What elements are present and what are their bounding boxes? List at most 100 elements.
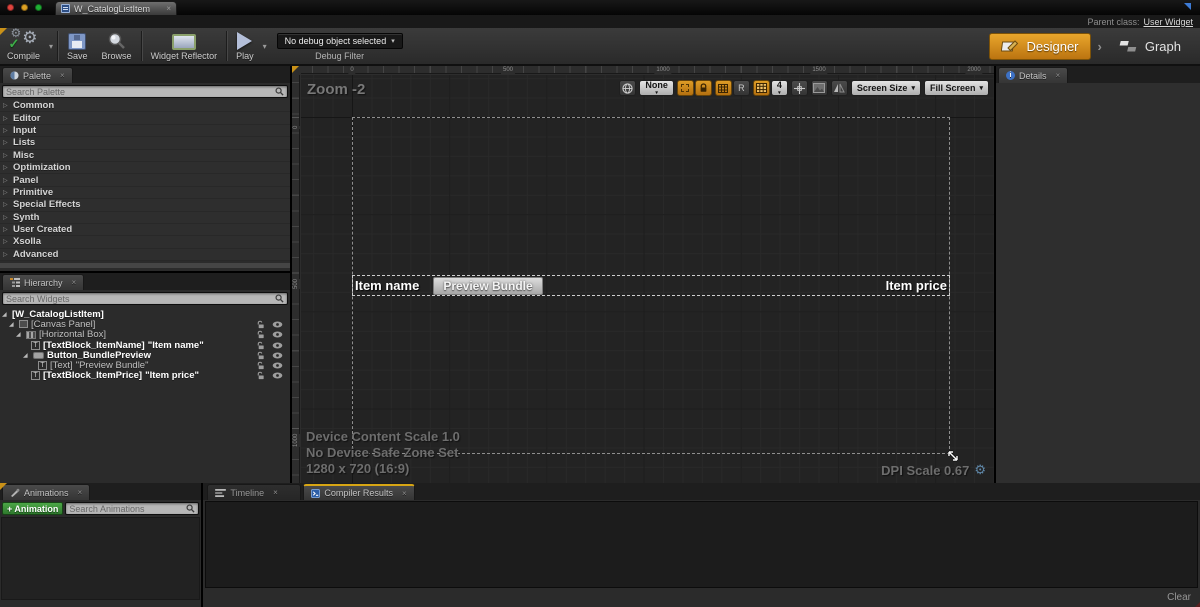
compile-button[interactable]: ⚙⚙✓ Compile: [0, 28, 47, 64]
visibility-eye-icon[interactable]: [272, 352, 283, 359]
expand-icon[interactable]: ▷: [3, 177, 9, 184]
tab-close-icon[interactable]: ×: [1056, 71, 1061, 80]
expand-icon[interactable]: ▷: [3, 251, 9, 258]
lock-icon[interactable]: [256, 361, 265, 370]
visibility-eye-icon[interactable]: [272, 362, 283, 369]
visibility-eye-icon[interactable]: [272, 321, 283, 328]
dpi-settings-gear-icon[interactable]: ⚙: [974, 462, 986, 478]
palette-category[interactable]: ▷Special Effects: [0, 199, 290, 211]
parent-class-link[interactable]: User Widget: [1143, 17, 1193, 27]
hierarchy-row-button-bundlepreview[interactable]: ◢ Button_BundlePreview: [0, 350, 290, 360]
lock-widgets-button[interactable]: [695, 80, 712, 96]
expand-icon[interactable]: ▷: [3, 139, 9, 146]
fill-screen-dropdown[interactable]: Fill Screen▾: [924, 80, 989, 96]
expand-icon[interactable]: ▷: [3, 127, 9, 134]
lock-icon[interactable]: [256, 320, 265, 329]
grid-snap-size-dropdown[interactable]: 4▾: [771, 80, 788, 96]
compile-options-caret[interactable]: ▾: [47, 42, 55, 51]
respect-locks-button[interactable]: R: [733, 80, 750, 96]
resize-handle-icon[interactable]: [946, 449, 960, 463]
palette-category[interactable]: ▷Xsolla: [0, 236, 290, 248]
tab-compiler-results[interactable]: Compiler Results ×: [303, 484, 414, 500]
transform-mode-button[interactable]: [791, 80, 808, 96]
tab-close-icon[interactable]: ×: [60, 71, 65, 80]
widget-reflector-button[interactable]: Widget Reflector: [144, 28, 225, 64]
hierarchy-row-root[interactable]: ◢ [W_CatalogListItem]: [0, 309, 290, 319]
palette-category[interactable]: ▷Synth: [0, 212, 290, 224]
expand-icon[interactable]: ▷: [3, 164, 9, 171]
palette-category[interactable]: ▷Panel: [0, 174, 290, 186]
palette-category[interactable]: ▷Misc: [0, 150, 290, 162]
window-resize-grip[interactable]: [1195, 602, 1200, 607]
designer-mode-button[interactable]: Designer: [989, 33, 1090, 60]
hierarchy-row-textblock-itemname[interactable]: [TextBlock_ItemName] "Item name": [0, 340, 290, 350]
animations-searchbox[interactable]: [65, 502, 199, 515]
minimize-window-button[interactable]: [21, 4, 28, 11]
tab-close-icon[interactable]: ×: [72, 278, 77, 287]
design-canvas[interactable]: Item name Preview Bundle Item price Zoom…: [301, 75, 994, 483]
palette-category[interactable]: ▷Input: [0, 125, 290, 137]
flag-none-dropdown[interactable]: None▾: [639, 80, 674, 96]
tab-palette[interactable]: Palette ×: [2, 67, 73, 83]
expand-icon[interactable]: ◢: [16, 331, 23, 338]
play-options-caret[interactable]: ▾: [261, 42, 269, 51]
asset-tab-close-icon[interactable]: ×: [166, 5, 171, 13]
asset-tab[interactable]: W_CatalogListItem ×: [55, 1, 177, 15]
visibility-eye-icon[interactable]: [272, 342, 283, 349]
flip-preview-button[interactable]: [831, 80, 848, 96]
hierarchy-row-canvas-panel[interactable]: ◢ [Canvas Panel]: [0, 319, 290, 329]
lock-icon[interactable]: [256, 351, 265, 360]
tab-close-icon[interactable]: ×: [273, 488, 278, 497]
palette-category[interactable]: ▷Lists: [0, 137, 290, 149]
clear-button[interactable]: Clear: [1167, 592, 1191, 603]
horizontal-box-outline[interactable]: Item name Preview Bundle Item price: [352, 275, 950, 296]
lock-icon[interactable]: [256, 341, 265, 350]
close-window-button[interactable]: [7, 4, 14, 11]
tab-close-icon[interactable]: ×: [402, 489, 407, 498]
hierarchy-search-input[interactable]: [6, 294, 275, 304]
palette-category[interactable]: ▷Common: [0, 100, 290, 112]
palette-category[interactable]: ▷User Created: [0, 224, 290, 236]
palette-category[interactable]: ▷Advanced: [0, 249, 290, 261]
graph-mode-button[interactable]: Graph: [1109, 33, 1190, 60]
expand-icon[interactable]: ▷: [3, 238, 9, 245]
expand-icon[interactable]: ▷: [3, 189, 9, 196]
preview-background-button[interactable]: [811, 80, 828, 96]
canvas-preview-bundle-button[interactable]: Preview Bundle: [433, 277, 542, 295]
tab-close-icon[interactable]: ×: [78, 488, 83, 497]
tab-hierarchy[interactable]: Hierarchy ×: [2, 274, 84, 290]
tab-animations[interactable]: Animations ×: [2, 484, 90, 500]
palette-searchbox[interactable]: [2, 85, 288, 98]
animations-search-input[interactable]: [69, 504, 186, 514]
lock-icon[interactable]: [256, 330, 265, 339]
play-button[interactable]: Play: [229, 28, 261, 64]
palette-search-input[interactable]: [6, 87, 275, 97]
tab-details[interactable]: Details ×: [998, 67, 1068, 83]
palette-category[interactable]: ▷Editor: [0, 112, 290, 124]
debug-object-dropdown[interactable]: No debug object selected ▾: [277, 33, 403, 49]
expand-icon[interactable]: ▷: [3, 102, 9, 109]
expand-icon[interactable]: ◢: [9, 321, 16, 328]
hierarchy-row-text-previewbundle[interactable]: [Text] "Preview Bundle": [0, 360, 290, 370]
maximize-window-button[interactable]: [35, 4, 42, 11]
tab-timeline[interactable]: Timeline ×: [207, 484, 301, 500]
palette-category[interactable]: ▷Optimization: [0, 162, 290, 174]
localization-preview-button[interactable]: [619, 80, 636, 96]
expand-icon[interactable]: ◢: [23, 352, 30, 359]
browse-button[interactable]: Browse: [95, 28, 139, 64]
hierarchy-row-horizontal-box[interactable]: ◢ [Horizontal Box]: [0, 330, 290, 340]
save-button[interactable]: Save: [60, 28, 95, 64]
expand-icon[interactable]: ◢: [2, 311, 9, 318]
compiler-log-area[interactable]: [205, 501, 1198, 588]
toggle-outlines-button[interactable]: [677, 80, 694, 96]
snap-grid-toggle-button[interactable]: [715, 80, 732, 96]
expand-icon[interactable]: ▷: [3, 214, 9, 221]
expand-icon[interactable]: ▷: [3, 201, 9, 208]
canvas-item-price-text[interactable]: Item price: [886, 278, 947, 293]
expand-icon[interactable]: ▷: [3, 115, 9, 122]
hierarchy-row-textblock-itemprice[interactable]: [TextBlock_ItemPrice] "Item price": [0, 371, 290, 381]
palette-scrollbar[interactable]: [0, 263, 290, 268]
visibility-eye-icon[interactable]: [272, 372, 283, 379]
hierarchy-searchbox[interactable]: [2, 292, 288, 305]
expand-icon[interactable]: ▷: [3, 226, 9, 233]
